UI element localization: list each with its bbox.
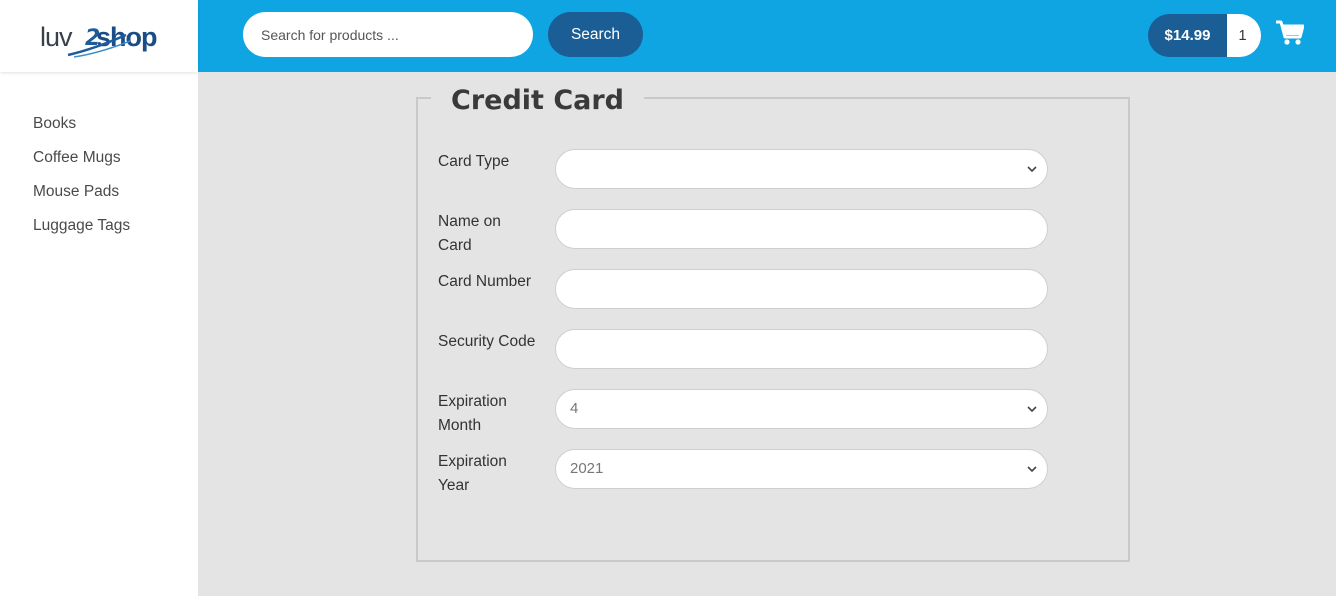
chevron-down-icon	[1027, 406, 1037, 413]
expiration-year-label: Expiration Year	[438, 453, 507, 494]
card-type-select[interactable]	[555, 149, 1048, 189]
name-on-card-label: Name on Card	[438, 213, 501, 254]
expiration-year-select[interactable]: 2021	[555, 449, 1048, 489]
brand-logo[interactable]: luv 2 shop	[40, 14, 158, 58]
expiration-month-value: 4	[570, 400, 579, 417]
search-button[interactable]: Search	[548, 12, 643, 57]
category-list: Books Coffee Mugs Mouse Pads Luggage Tag…	[0, 72, 198, 250]
sidebar: Books Coffee Mugs Mouse Pads Luggage Tag…	[0, 72, 198, 596]
security-code-label: Security Code	[438, 333, 536, 350]
credit-card-legend: Credit Card	[431, 84, 645, 118]
name-on-card-field[interactable]	[555, 209, 1048, 249]
expiration-year-value: 2021	[570, 460, 604, 477]
expiration-month-label: Expiration Month	[438, 393, 507, 434]
sidebar-item-books[interactable]: Books	[33, 114, 198, 148]
search-input[interactable]	[243, 12, 533, 57]
expiration-month-select[interactable]: 4	[555, 389, 1048, 429]
sidebar-item-coffee-mugs[interactable]: Coffee Mugs	[33, 148, 198, 182]
logo-area: luv 2 shop	[0, 0, 198, 72]
card-number-field[interactable]	[555, 269, 1048, 309]
security-code-field[interactable]	[555, 329, 1048, 369]
sidebar-item-mouse-pads[interactable]: Mouse Pads	[33, 182, 198, 216]
card-type-label: Card Type	[438, 153, 510, 170]
card-number-label: Card Number	[438, 273, 532, 290]
cart-total-price: $14.99	[1148, 14, 1227, 57]
cart-status[interactable]: $14.99 1	[1148, 14, 1261, 57]
chevron-down-icon	[1027, 466, 1037, 473]
sidebar-item-luggage-tags[interactable]: Luggage Tags	[33, 216, 198, 250]
shopping-cart-icon[interactable]	[1276, 20, 1304, 46]
header-bar: Search $14.99 1	[198, 0, 1336, 72]
chevron-down-icon	[1027, 166, 1037, 173]
logo-swoosh-icon	[67, 33, 131, 58]
cart-quantity: 1	[1227, 14, 1261, 57]
